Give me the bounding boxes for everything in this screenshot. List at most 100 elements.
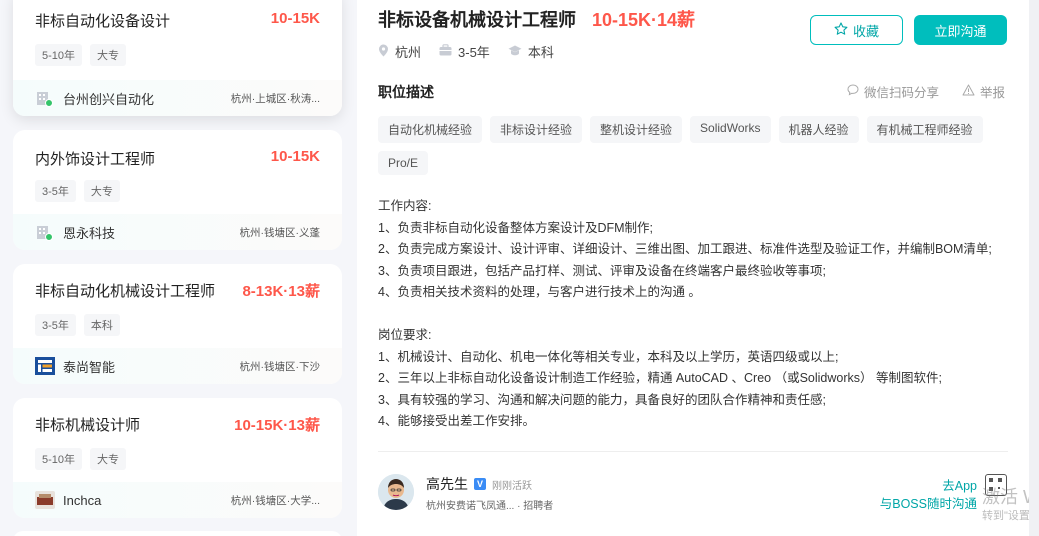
description-line: 1、机械设计、自动化、机电一体化等相关专业，本科及以上学历，英语四级或以上; bbox=[378, 349, 839, 364]
star-icon bbox=[834, 21, 848, 39]
description-gap bbox=[378, 304, 1018, 326]
job-card[interactable]: 内外饰设计工程师 10-15K 3-5年 大专 恩永科技 杭州·钱塘区·义蓬 bbox=[13, 130, 342, 250]
building-icon bbox=[35, 89, 53, 107]
job-salary: 8-13K·13薪 bbox=[242, 283, 320, 300]
skill-tag: 非标设计经验 bbox=[490, 116, 583, 143]
job-card[interactable]: 非标自动化机械设计工程师 8-13K·13薪 3-5年 本科 泰尚智能 杭州·钱… bbox=[13, 264, 342, 384]
job-list: 非标自动化设备设计 10-15K 5-10年 大专 台州创兴自动化 杭州·上城区… bbox=[0, 0, 356, 536]
company-row: 恩永科技 杭州·钱塘区·义蓬 bbox=[13, 214, 342, 250]
job-title: 非标自动化设备设计 bbox=[35, 13, 171, 30]
skill-tag: 机器人经验 bbox=[778, 116, 859, 143]
skill-tag: Pro/E bbox=[378, 151, 429, 175]
degree-text: 本科 bbox=[527, 45, 554, 60]
company-name: 台州创兴自动化 bbox=[63, 91, 155, 107]
job-salary: 10-15K bbox=[270, 10, 320, 27]
chat-now-button[interactable]: 立即沟通 bbox=[914, 15, 1007, 45]
skill-tags: 自动化机械经验 非标设计经验 整机设计经验 SolidWorks 机器人经验 有… bbox=[378, 116, 1018, 175]
description-line: 3、负责项目跟进，包括产品打样、测试、评审及设备在终端客户最终验收等事项; bbox=[378, 263, 826, 278]
favorite-button[interactable]: 收藏 bbox=[810, 15, 903, 45]
verified-badge: V bbox=[474, 478, 486, 490]
description-line: 岗位要求: bbox=[378, 328, 432, 342]
tag: 5-10年 bbox=[35, 448, 83, 470]
company-name: 泰尚智能 bbox=[63, 359, 116, 375]
share-label: 微信扫码分享 bbox=[864, 86, 940, 100]
briefcase-icon bbox=[439, 44, 452, 59]
job-description: 工作内容: 1、负责非标自动化设备整体方案设计及DFM制作; 2、负责完成方案设… bbox=[378, 196, 1018, 433]
company-row: 台州创兴自动化 杭州·上城区·秋涛... bbox=[13, 80, 342, 116]
description-line: 2、负责完成方案设计、设计评审、详细设计、三维出图、加工跟进、标准件选型及验证工… bbox=[378, 242, 992, 256]
tag: 大专 bbox=[90, 44, 127, 66]
description-line: 3、具有较强的学习、沟通和解决问题的能力，具备良好的团队合作精神和责任感; bbox=[378, 392, 826, 407]
meta-experience: 3-5年 bbox=[439, 42, 490, 61]
tag: 3-5年 bbox=[35, 180, 76, 202]
tag: 大专 bbox=[90, 448, 127, 470]
recruiter-name: 高先生 bbox=[426, 476, 468, 492]
taishang-logo bbox=[35, 357, 55, 375]
favorite-label: 收藏 bbox=[852, 23, 879, 39]
warning-icon bbox=[962, 84, 975, 99]
job-salary: 10-15K·13薪 bbox=[234, 417, 320, 434]
tag: 3-5年 bbox=[35, 314, 76, 336]
scrollbar[interactable] bbox=[1029, 0, 1039, 536]
meta-city: 杭州 bbox=[378, 42, 421, 61]
skill-tag: 自动化机械经验 bbox=[378, 116, 483, 143]
tag: 5-10年 bbox=[35, 44, 83, 66]
tag: 本科 bbox=[83, 314, 120, 336]
job-tags: 3-5年 本科 bbox=[35, 314, 120, 336]
job-tags: 5-10年 大专 bbox=[35, 448, 127, 470]
company-name: 恩永科技 bbox=[63, 225, 116, 241]
graduation-cap-icon bbox=[508, 44, 522, 59]
job-meta: 杭州 3-5年 本科 bbox=[378, 42, 554, 61]
job-title: 非标自动化机械设计工程师 bbox=[35, 283, 216, 300]
job-detail-panel: 非标设备机械设计工程师 10-15K·14薪 杭州 3-5年 本科 收藏 立即沟… bbox=[357, 0, 1039, 536]
company-location: 杭州·钱塘区·大学... bbox=[230, 494, 320, 507]
company-row: Inchca 杭州·钱塘区·大学... bbox=[13, 482, 342, 518]
company-location: 杭州·钱塘区·义蓬 bbox=[239, 226, 321, 239]
job-card-header: 内外饰设计工程师 10-15K 3-5年 大专 bbox=[13, 130, 342, 212]
job-card[interactable] bbox=[13, 531, 342, 536]
company-location: 杭州·钱塘区·下沙 bbox=[239, 360, 321, 373]
job-salary: 10-15K bbox=[270, 148, 320, 165]
description-line: 1、负责非标自动化设备整体方案设计及DFM制作; bbox=[378, 220, 654, 235]
report-label: 举报 bbox=[980, 86, 1006, 100]
job-card-header: 非标自动化机械设计工程师 8-13K·13薪 3-5年 本科 bbox=[13, 264, 342, 346]
chat-bubble-icon bbox=[847, 84, 859, 99]
section-title: 职位描述 bbox=[378, 84, 434, 100]
job-title: 非标机械设计师 bbox=[35, 417, 141, 434]
report-link[interactable]: 举报 bbox=[962, 82, 1005, 101]
location-pin-icon bbox=[378, 44, 389, 60]
skill-tag: 整机设计经验 bbox=[590, 116, 683, 143]
description-line: 工作内容: bbox=[378, 199, 432, 213]
boss-chat-link[interactable]: 与BOSS随时沟通 bbox=[877, 493, 977, 512]
active-status: 刚刚活跃 bbox=[492, 480, 532, 492]
avatar[interactable] bbox=[378, 474, 414, 510]
company-location: 杭州·上城区·秋涛... bbox=[230, 92, 320, 105]
wechat-share-link[interactable]: 微信扫码分享 bbox=[847, 82, 939, 101]
description-line: 4、能够接受出差工作安排。 bbox=[378, 414, 535, 428]
meta-degree: 本科 bbox=[508, 42, 554, 61]
detail-salary: 10-15K·14薪 bbox=[592, 10, 696, 30]
job-tags: 5-10年 大专 bbox=[35, 44, 127, 66]
detail-job-title: 非标设备机械设计工程师 bbox=[378, 10, 576, 30]
company-row: 泰尚智能 杭州·钱塘区·下沙 bbox=[13, 348, 342, 384]
building-icon bbox=[35, 223, 53, 241]
job-card-header: 非标机械设计师 10-15K·13薪 5-10年 大专 bbox=[13, 398, 342, 480]
recruiter-name-row: 高先生 V 刚刚活跃 bbox=[426, 474, 532, 494]
city-text: 杭州 bbox=[395, 45, 422, 60]
tag: 大专 bbox=[83, 180, 120, 202]
skill-tag: 有机械工程师经验 bbox=[866, 116, 983, 143]
job-card-header: 非标自动化设备设计 10-15K 5-10年 大专 bbox=[13, 0, 342, 80]
company-name: Inchca bbox=[63, 492, 102, 508]
description-line: 2、三年以上非标自动化设备设计制造工作经验，精通 AutoCAD 、Creo （… bbox=[378, 371, 942, 385]
recruiter-info: 杭州安费诺飞凤通... · 招聘者 bbox=[426, 501, 554, 512]
experience-text: 3-5年 bbox=[458, 45, 490, 60]
skill-tag: SolidWorks bbox=[690, 116, 771, 143]
inchca-logo bbox=[35, 491, 55, 509]
job-card[interactable]: 非标机械设计师 10-15K·13薪 5-10年 大专 Inchca 杭州·钱塘… bbox=[13, 398, 342, 518]
description-line: 4、负责相关技术资料的处理，与客户进行技术上的沟通 。 bbox=[378, 285, 701, 299]
activation-watermark-sub: 转到"设置" bbox=[982, 510, 1034, 522]
job-tags: 3-5年 大专 bbox=[35, 180, 120, 202]
go-app-link[interactable]: 去App bbox=[941, 475, 977, 494]
job-card[interactable]: 非标自动化设备设计 10-15K 5-10年 大专 台州创兴自动化 杭州·上城区… bbox=[13, 0, 342, 116]
job-title: 内外饰设计工程师 bbox=[35, 151, 156, 168]
